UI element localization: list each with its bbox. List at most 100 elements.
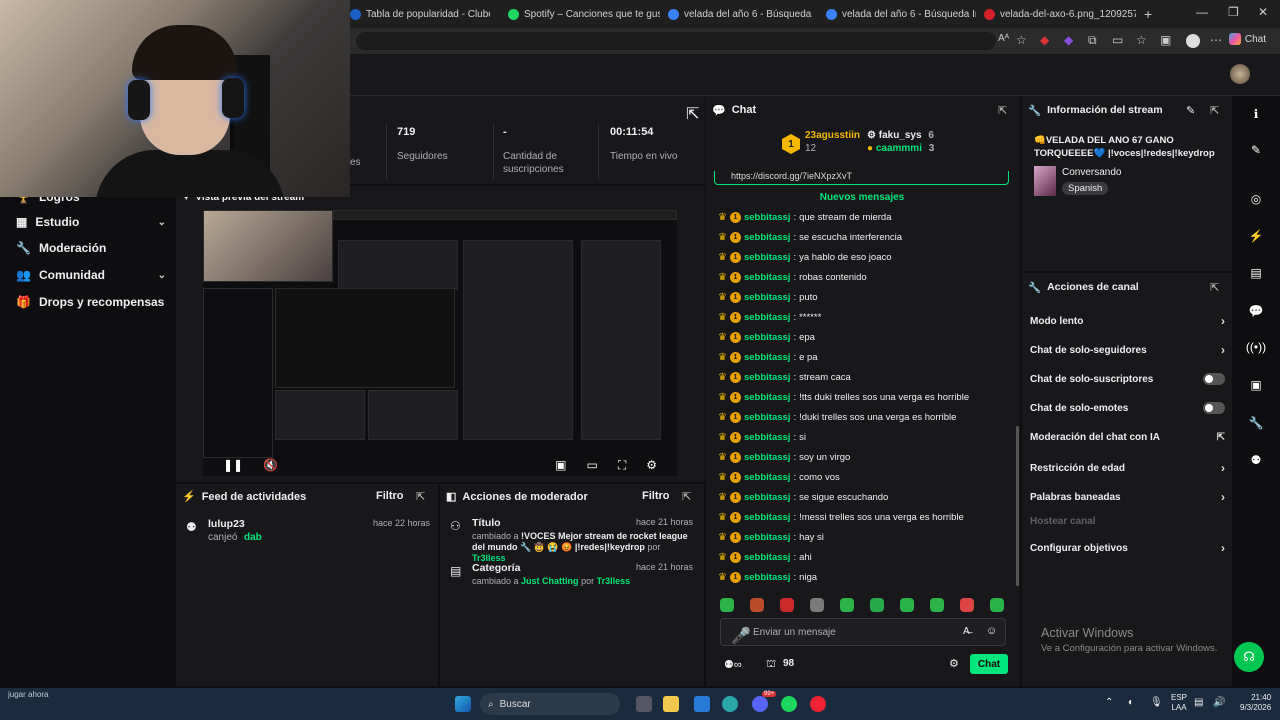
taskbar-search[interactable]: ⌕ Buscar <box>480 693 620 715</box>
network-icon[interactable]: ▤ <box>1194 697 1203 708</box>
collections-icon[interactable]: ▣ <box>1160 33 1171 47</box>
discord-icon[interactable] <box>752 696 768 712</box>
chat-message[interactable]: ♛ 1 sebbitassj: stream caca <box>718 372 851 383</box>
emote-icon[interactable] <box>780 598 794 612</box>
broadcast-icon[interactable]: ((•)) <box>1245 336 1267 358</box>
chat-message[interactable]: ♛ 1 sebbitassj: puto <box>718 292 818 303</box>
pause-icon[interactable]: ❚❚ <box>223 458 243 472</box>
browser-tab-active[interactable]: velada-del-axo-6.png_120925743✕ <box>984 4 1136 24</box>
chat-username[interactable]: sebbitassj <box>744 572 790 583</box>
close-tab-icon[interactable]: ✕ <box>816 8 818 21</box>
chat-username[interactable]: sebbitassj <box>744 492 790 503</box>
maximize-icon[interactable]: ❐ <box>1228 5 1239 19</box>
support-fab-button[interactable]: ☊ <box>1234 642 1264 672</box>
chat-username[interactable]: sebbitassj <box>744 372 790 383</box>
url-field[interactable] <box>356 32 996 50</box>
notes-icon[interactable]: ▤ <box>1245 262 1267 284</box>
store-icon[interactable] <box>694 696 710 712</box>
chat-username[interactable]: sebbitassj <box>744 232 790 243</box>
chat-message[interactable]: ♛ 1 sebbitassj: niga <box>718 572 817 583</box>
tray-icon[interactable]: ◐ <box>1128 697 1134 708</box>
action-age-restriction[interactable]: Restricción de edad › <box>1030 461 1225 475</box>
chat-username[interactable]: sebbitassj <box>744 292 790 303</box>
chat-username[interactable]: sebbitassj <box>744 512 790 523</box>
wrench-icon[interactable]: 🔧 <box>1245 412 1267 434</box>
popout-icon[interactable]: ⇱ <box>686 104 699 124</box>
browser-tab[interactable]: Tabla de popularidad - Clubes | Tr✕ <box>350 4 490 24</box>
fullscreen-icon[interactable]: ⛶ <box>618 458 626 473</box>
edit-icon[interactable]: ✎ <box>1245 139 1267 161</box>
chat-message[interactable]: ♛ 1 sebbitassj: ya hablo de eso joaco <box>718 252 892 263</box>
extension-icon[interactable]: ◆ <box>1040 33 1049 47</box>
stream-preview-video[interactable]: ❚❚ 🔇 ▣ ▭ ⛶ ⚙ <box>203 210 677 476</box>
chat-message[interactable]: ♛ 1 sebbitassj: robas contenido <box>718 272 867 283</box>
sidebar-item-moderacion[interactable]: 🔧 Moderación <box>16 241 166 255</box>
emote-icon[interactable] <box>900 598 914 612</box>
emote-icon[interactable] <box>750 598 764 612</box>
minimize-icon[interactable]: — <box>1196 5 1208 19</box>
bolt-icon[interactable]: ⚡ <box>1245 225 1267 247</box>
clock[interactable]: 21:40 9/3/2026 <box>1240 693 1271 713</box>
mute-icon[interactable]: 🔇 <box>263 458 278 472</box>
volume-icon[interactable]: 🔊 <box>1213 697 1225 708</box>
new-tab-icon[interactable]: + <box>1144 6 1152 22</box>
chat-input[interactable]: 🎤 Enviar un mensaje A̶ ☺ <box>720 618 1006 646</box>
action-banned-words[interactable]: Palabras baneadas › <box>1030 490 1225 504</box>
extension-icon[interactable]: ◆ <box>1064 33 1073 47</box>
taskbar-notification[interactable]: jugar ahora <box>8 690 48 699</box>
chat-bubble-icon[interactable]: 💬 <box>1245 300 1267 322</box>
chat-username[interactable]: sebbitassj <box>744 312 790 323</box>
chat-message[interactable]: ♛ 1 sebbitassj: que stream de mierda <box>718 212 892 223</box>
camera-icon[interactable]: ◎ <box>1245 188 1267 210</box>
sidebar-item-drops[interactable]: 🎁 Drops y recompensas <box>16 295 166 309</box>
chat-message[interactable]: ♛ 1 sebbitassj: hay si <box>718 532 824 543</box>
users-icon[interactable]: ⚉∞ <box>724 658 742 671</box>
sidebar-item-estudio[interactable]: ▦ Estudio ⌄ <box>16 215 166 229</box>
user-avatar[interactable] <box>1230 64 1250 84</box>
screenshot-icon[interactable]: ▣ <box>555 458 566 472</box>
spotify-icon[interactable] <box>781 696 797 712</box>
popout-icon[interactable]: ⇱ <box>682 490 691 503</box>
extensions-icon[interactable]: ⧉ <box>1088 33 1097 48</box>
chat-username[interactable]: sebbitassj <box>744 212 790 223</box>
chat-settings-icon[interactable]: ⚙ <box>949 657 959 670</box>
chat-message[interactable]: ♛ 1 sebbitassj: epa <box>718 332 815 343</box>
browser-tab[interactable]: Spotify – Canciones que te gustan✕ <box>508 4 660 24</box>
language-indicator[interactable]: ESP LAA <box>1171 693 1187 713</box>
community-icon[interactable]: ⚉ <box>1245 449 1267 471</box>
chat-message[interactable]: ♛ 1 sebbitassj: ****** <box>718 312 821 323</box>
popout-icon[interactable]: ⇱ <box>1210 104 1219 117</box>
windows-start-icon[interactable] <box>455 696 471 712</box>
layout-icon[interactable]: ▣ <box>1245 374 1267 396</box>
chat-message[interactable]: ♛ 1 sebbitassj: se escucha interferencia <box>718 232 902 243</box>
action-slow-mode[interactable]: Modo lento › <box>1030 314 1225 328</box>
chat-username[interactable]: sebbitassj <box>744 252 790 263</box>
translate-icon[interactable]: A̶ <box>963 626 970 637</box>
more-menu-icon[interactable]: ⋯ <box>1210 33 1222 47</box>
chat-username[interactable]: sebbitassj <box>744 532 790 543</box>
popout-icon[interactable]: ⇱ <box>416 490 425 503</box>
chat-message[interactable]: ♛ 1 sebbitassj: como vos <box>718 472 840 483</box>
favorites-icon[interactable]: ☆ <box>1136 33 1147 47</box>
subs-only-toggle[interactable] <box>1203 373 1225 385</box>
chat-message[interactable]: ♛ 1 sebbitassj: si <box>718 432 806 443</box>
chat-message[interactable]: ♛ 1 sebbitassj: !tts duki trelles sos una v… <box>718 392 969 403</box>
chat-username[interactable]: sebbitassj <box>744 552 790 563</box>
action-subs-only[interactable]: Chat de solo-suscriptores <box>1030 373 1225 385</box>
chat-send-button[interactable]: Chat <box>970 654 1008 674</box>
profile-avatar-icon[interactable] <box>1186 34 1200 48</box>
settings-icon[interactable]: ⚙ <box>646 458 657 472</box>
chat-message[interactable]: ♛ 1 sebbitassj: soy un virgo <box>718 452 850 463</box>
edit-pencil-icon[interactable]: ✎ <box>1186 104 1195 117</box>
emoji-icon[interactable]: ☺ <box>986 625 997 637</box>
chat-username[interactable]: sebbitassj <box>744 432 790 443</box>
chat-message[interactable]: ♛ 1 sebbitassj: ahi <box>718 552 812 563</box>
chat-username[interactable]: sebbitassj <box>744 472 790 483</box>
mod-filter-button[interactable]: Filtro <box>642 490 670 502</box>
chat-username[interactable]: sebbitassj <box>744 272 790 283</box>
browser-tab[interactable]: velada del año 6 - Búsqueda ✕ <box>668 4 818 24</box>
emote-icon[interactable] <box>990 598 1004 612</box>
tray-chevron-icon[interactable]: ⌃ <box>1105 697 1113 708</box>
task-view-icon[interactable] <box>636 696 652 712</box>
close-window-icon[interactable]: ✕ <box>1258 5 1268 19</box>
